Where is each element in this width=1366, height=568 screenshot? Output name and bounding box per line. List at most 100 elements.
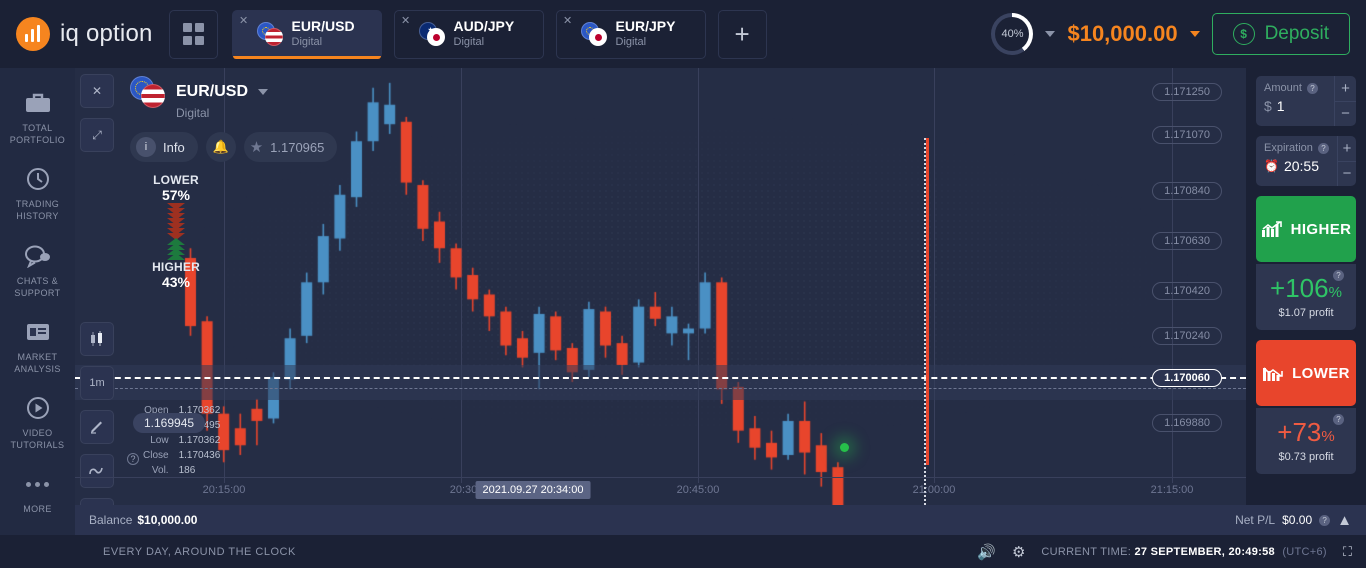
help-icon[interactable]: ? — [127, 453, 139, 465]
close-chart-button[interactable]: ✕ — [80, 74, 114, 108]
lower-button[interactable]: LOWER — [1256, 340, 1356, 406]
timeframe-1m-button[interactable]: 1m — [80, 366, 114, 400]
time-axis[interactable]: 20:15:00 20:30: 2021.09.27 20:34:00 20:4… — [75, 477, 1246, 505]
sidebar-label-l2: HISTORY — [16, 211, 59, 222]
close-icon[interactable]: ✕ — [563, 15, 573, 26]
dollar-refresh-icon: $ — [1232, 23, 1255, 45]
current-time-tick: 2021.09.27 20:34:00 — [475, 481, 591, 499]
help-icon[interactable]: ? — [1333, 414, 1344, 425]
amount-label: Amount — [1264, 82, 1302, 94]
draw-tool-button[interactable] — [80, 410, 114, 444]
sentiment-higher-label: HIGHER — [152, 260, 200, 274]
help-icon[interactable]: ? — [1317, 142, 1329, 154]
tab-aud-jpy[interactable]: ✕ AUD/JPY Digital — [393, 9, 544, 59]
status-message: EVERY DAY, AROUND THE CLOCK — [103, 545, 296, 558]
price-tick: 1.170420 — [1152, 282, 1222, 300]
sidebar-item-market-analysis[interactable]: MARKET ANALYSIS — [0, 309, 75, 385]
flag-pair-icon — [418, 22, 445, 46]
expiration-decrease-button[interactable]: − — [1338, 162, 1356, 187]
gear-icon[interactable]: ⚙ — [1012, 543, 1025, 561]
sidebar-label-l1: VIDEO — [22, 428, 53, 439]
collapse-button[interactable]: ⤢ — [80, 118, 114, 152]
time-tick: 20:45:00 — [676, 484, 720, 496]
time-tick: 21:00:00 — [912, 484, 956, 496]
progress-ring-label: 40% — [1001, 28, 1024, 40]
expiration-field[interactable]: Expiration ? ⏰ 20:55 + − — [1256, 136, 1356, 186]
amount-field[interactable]: Amount ? $ 1 + − — [1256, 76, 1356, 126]
info-label: Info — [163, 139, 185, 155]
amount-decrease-button[interactable]: − — [1335, 102, 1356, 127]
star-icon: ★ — [249, 139, 264, 156]
amount-value[interactable]: 1 — [1277, 98, 1285, 114]
netpl-value: $0.00 — [1282, 513, 1313, 527]
higher-label: HIGHER — [1290, 220, 1352, 238]
chevron-up-icon[interactable]: ▲ — [1337, 512, 1352, 529]
amount-increase-button[interactable]: + — [1335, 76, 1356, 102]
grid-icon[interactable] — [168, 9, 218, 59]
secondary-price-line — [75, 388, 1246, 389]
higher-button[interactable]: HIGHER — [1256, 196, 1356, 262]
fullscreen-icon[interactable]: ⛶ — [1343, 544, 1352, 560]
newspaper-icon — [2, 317, 73, 347]
ohlc-key: Close — [143, 450, 169, 461]
close-icon[interactable]: ✕ — [239, 15, 249, 26]
progress-ring[interactable]: 40% — [991, 13, 1034, 55]
ohlc-value: 186 — [178, 465, 196, 476]
status-bar: EVERY DAY, AROUND THE CLOCK 🔊 ⚙ CURRENT … — [0, 535, 1366, 568]
alerts-button[interactable]: 🔔 — [205, 132, 236, 162]
higher-percent: +106 — [1270, 273, 1329, 303]
chart-header: EUR/USD Digital i Info 🔔 ★ 1.170965 — [130, 76, 338, 162]
info-button[interactable]: i Info — [130, 132, 198, 162]
close-icon[interactable]: ✕ — [401, 15, 411, 26]
balance-amount[interactable]: $10,000.00 — [1067, 21, 1177, 47]
sidebar-item-trading-history[interactable]: TRADING HISTORY — [0, 156, 75, 232]
favorite-price-badge[interactable]: ★ 1.170965 — [243, 132, 338, 162]
chart-area[interactable]: ✕ ⤢ 1m 30m EUR/USD — [75, 68, 1246, 505]
sidebar-item-more[interactable]: MORE — [0, 461, 75, 525]
sentiment-lower-value: 57% — [161, 187, 191, 203]
balance-value: $10,000.00 — [137, 513, 198, 527]
sidebar-label-l2: TUTORIALS — [10, 440, 65, 451]
tab-subtype: Digital — [453, 35, 485, 48]
sidebar-item-chats-support[interactable]: CHATS & SUPPORT — [0, 233, 75, 309]
flag-pair-icon — [130, 76, 166, 108]
sentiment-lower-label: LOWER — [153, 173, 199, 187]
price-tick: 1.170630 — [1152, 232, 1222, 250]
clock-history-icon — [2, 164, 73, 194]
deposit-button[interactable]: $ Deposit — [1211, 13, 1350, 55]
chevron-down-icon[interactable] — [1045, 31, 1056, 37]
sound-icon[interactable]: 🔊 — [977, 543, 996, 561]
percent-unit: % — [1328, 284, 1342, 301]
balance-bar: Balance $10,000.00 Net P/L $0.00 ? ▲ — [75, 505, 1366, 535]
deposit-label: Deposit — [1264, 23, 1329, 44]
price-scale[interactable]: 1.171250 1.171070 1.170840 1.170630 1.17… — [1151, 68, 1246, 505]
lower-label: LOWER — [1292, 364, 1350, 382]
candles-type-button[interactable] — [80, 322, 114, 356]
price-tick: 1.171250 — [1152, 83, 1222, 101]
sidebar-item-video-tutorials[interactable]: VIDEO TUTORIALS — [0, 385, 75, 461]
tab-eur-usd[interactable]: ✕ EUR/USD Digital — [231, 9, 382, 59]
help-icon[interactable]: ? — [1333, 270, 1344, 281]
tab-symbol: EUR/USD — [291, 18, 355, 35]
sentiment-arrows-icon — [145, 203, 207, 260]
netpl-label: Net P/L — [1235, 513, 1276, 527]
chart-up-icon — [1261, 221, 1282, 237]
help-icon[interactable]: ? — [1306, 82, 1318, 94]
sidebar-label-l1: MARKET — [17, 351, 58, 362]
current-time-label: CURRENT TIME: — [1041, 545, 1132, 558]
timezone: (UTC+6) — [1282, 545, 1327, 558]
chevron-down-icon[interactable] — [1189, 31, 1200, 37]
trade-panel: Amount ? $ 1 + − Expiration ? ⏰ 20:55 + … — [1246, 68, 1366, 505]
expiration-value[interactable]: 20:55 — [1284, 158, 1319, 174]
sentiment-higher-value: 43% — [161, 274, 191, 290]
expiration-increase-button[interactable]: + — [1337, 136, 1356, 162]
chevron-down-icon[interactable] — [258, 89, 269, 95]
chart-symbol[interactable]: EUR/USD — [176, 83, 248, 101]
brand-logo[interactable]: iq option — [16, 17, 153, 51]
sidebar-item-total-portfolio[interactable]: TOTAL PORTFOLIO — [0, 80, 75, 156]
tab-symbol: AUD/JPY — [453, 18, 515, 35]
add-tab-button[interactable]: + — [717, 9, 767, 59]
current-price-tick: 1.170060 — [1152, 369, 1222, 387]
help-icon[interactable]: ? — [1319, 514, 1331, 526]
tab-eur-jpy[interactable]: ✕ EUR/JPY Digital — [555, 9, 706, 59]
